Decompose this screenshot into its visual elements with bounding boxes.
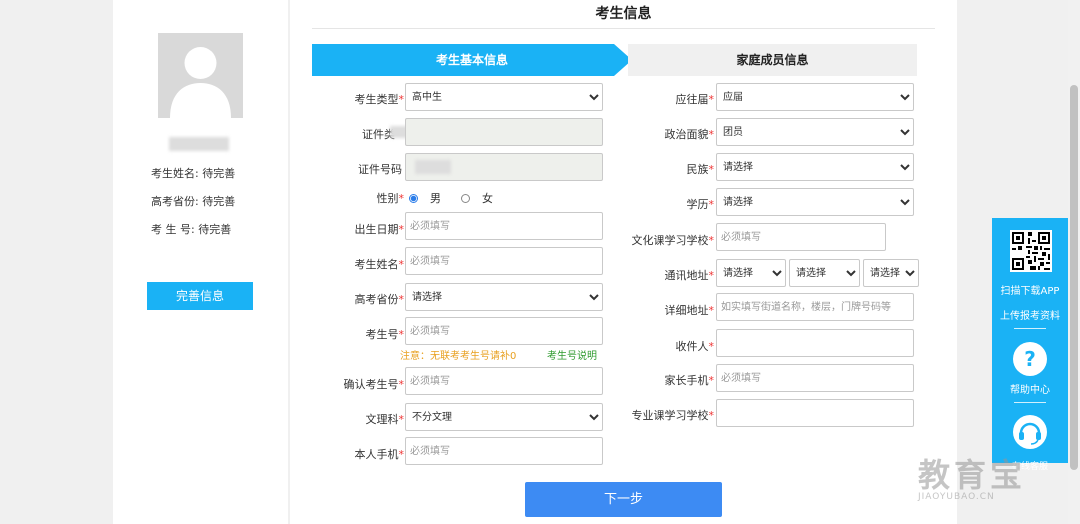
side-divider-2 (1014, 402, 1046, 403)
exam-province-label: 高考省份* (354, 293, 405, 306)
gender-label: 性别* (376, 192, 405, 205)
own-phone-input[interactable] (405, 437, 603, 465)
graduate-year-label: 应往届* (675, 93, 715, 106)
id-type-field (405, 118, 603, 146)
major-school-input[interactable] (716, 399, 914, 427)
radio-checked-icon (409, 193, 418, 203)
exam-province-select[interactable]: 请选择 (405, 283, 603, 311)
blurred-username (169, 137, 229, 151)
main-card: 考生信息 考生基本信息 家庭成员信息 考生类型* 高中生 证件类 证件号码 性别… (290, 0, 957, 524)
blurred-id-number (415, 160, 451, 174)
upload-docs-text[interactable]: 上传报考资料 (992, 307, 1068, 322)
major-school-label: 专业课学习学校* (631, 409, 715, 422)
recipient-input[interactable] (716, 329, 914, 357)
confirm-exam-number-input[interactable] (405, 367, 603, 395)
step-family-info[interactable]: 家庭成员信息 (628, 44, 917, 76)
detail-address-input[interactable] (716, 293, 914, 321)
floating-service-panel: 扫描下载APP 上传报考资料 ? 帮助中心 在线客服 (992, 218, 1068, 472)
exam-number-note: 注意：无联考考生号请补0 (400, 351, 517, 362)
help-center-text[interactable]: 帮助中心 (992, 381, 1068, 396)
step-bar: 考生基本信息 家庭成员信息 (312, 44, 917, 76)
watermark-logo: 教育宝 JIAOYUBAO.CN (918, 456, 1027, 502)
detail-address-label: 详细地址* (664, 304, 715, 317)
next-step-button[interactable]: 下一步 (525, 482, 722, 517)
complete-info-button[interactable]: 完善信息 (147, 282, 253, 310)
student-name-input[interactable] (405, 247, 603, 275)
birth-date-input[interactable] (405, 212, 603, 240)
political-status-label: 政治面貌* (664, 128, 715, 141)
download-app-text[interactable]: 扫描下载APP (992, 282, 1068, 297)
own-phone-label: 本人手机* (354, 448, 405, 461)
radio-unchecked-icon (461, 193, 470, 203)
ethnicity-label: 民族* (686, 163, 715, 176)
gender-male-radio[interactable]: 男 (409, 190, 441, 206)
avatar (158, 33, 243, 118)
address-city-select[interactable]: 请选择 (789, 259, 860, 287)
birth-date-label: 出生日期* (354, 223, 405, 236)
title-divider (312, 28, 935, 29)
exam-number-help-link[interactable]: 考生号说明 (547, 347, 597, 362)
confirm-exam-number-label: 确认考生号* (343, 378, 405, 391)
ethnicity-select[interactable]: 请选择 (716, 153, 914, 181)
address-province-select[interactable]: 请选择 (716, 259, 786, 287)
culture-school-label: 文化课学习学校* (631, 234, 715, 247)
political-status-select[interactable]: 团员 (716, 118, 914, 146)
student-name-label: 考生姓名* (354, 258, 405, 271)
education-label: 学历* (686, 198, 715, 211)
scrollbar-thumb[interactable] (1070, 85, 1078, 470)
user-icon (170, 47, 231, 118)
parent-phone-label: 家长手机* (664, 374, 715, 387)
address-district-select[interactable]: 请选择 (863, 259, 919, 287)
arts-science-select[interactable]: 不分文理 (405, 403, 603, 431)
graduate-year-select[interactable]: 应届 (716, 83, 914, 111)
parent-phone-input[interactable] (716, 364, 914, 392)
exam-number-label: 考生号* (365, 328, 405, 341)
exam-number-input[interactable] (405, 317, 603, 345)
side-divider (1014, 328, 1046, 329)
student-type-select[interactable]: 高中生 (405, 83, 603, 111)
headset-icon[interactable] (1012, 414, 1048, 450)
culture-school-input[interactable] (716, 223, 886, 251)
recipient-label: 收件人* (675, 340, 715, 353)
gender-female-radio[interactable]: 女 (461, 190, 493, 206)
help-icon[interactable]: ? (1013, 342, 1047, 376)
step-basic-info[interactable]: 考生基本信息 (312, 44, 632, 76)
student-type-label: 考生类型* (354, 93, 405, 106)
arts-science-label: 文理科* (365, 413, 405, 426)
qr-code-icon[interactable] (1010, 230, 1052, 272)
page-scrollbar[interactable] (1068, 0, 1080, 524)
mail-address-label: 通讯地址* (664, 269, 715, 282)
page-title: 考生信息 (595, 6, 652, 22)
profile-card: 考生姓名: 待完善 高考省份: 待完善 考 生 号: 待完善 完善信息 (113, 0, 288, 524)
id-number-label: 证件号码 (358, 163, 402, 176)
education-select[interactable]: 请选择 (716, 188, 914, 216)
